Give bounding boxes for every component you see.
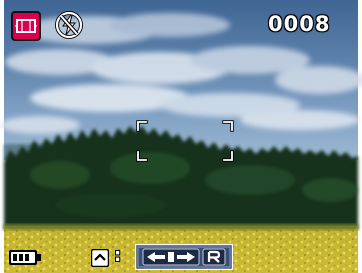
key-separator: : [114,245,122,266]
panorama-control-panel [134,243,234,271]
left-right-arrows-icon [142,248,200,266]
panorama-mode-icon[interactable] [11,11,41,41]
up-arrow-key-icon[interactable] [90,248,110,268]
r-key-icon [202,248,226,266]
camera-lcd-screen: 0008 : [0,0,362,273]
flash-off-icon[interactable] [54,10,84,40]
battery-icon [8,247,42,267]
focus-brackets-icon [136,120,236,162]
remaining-shots-counter: 0008 [268,12,331,36]
